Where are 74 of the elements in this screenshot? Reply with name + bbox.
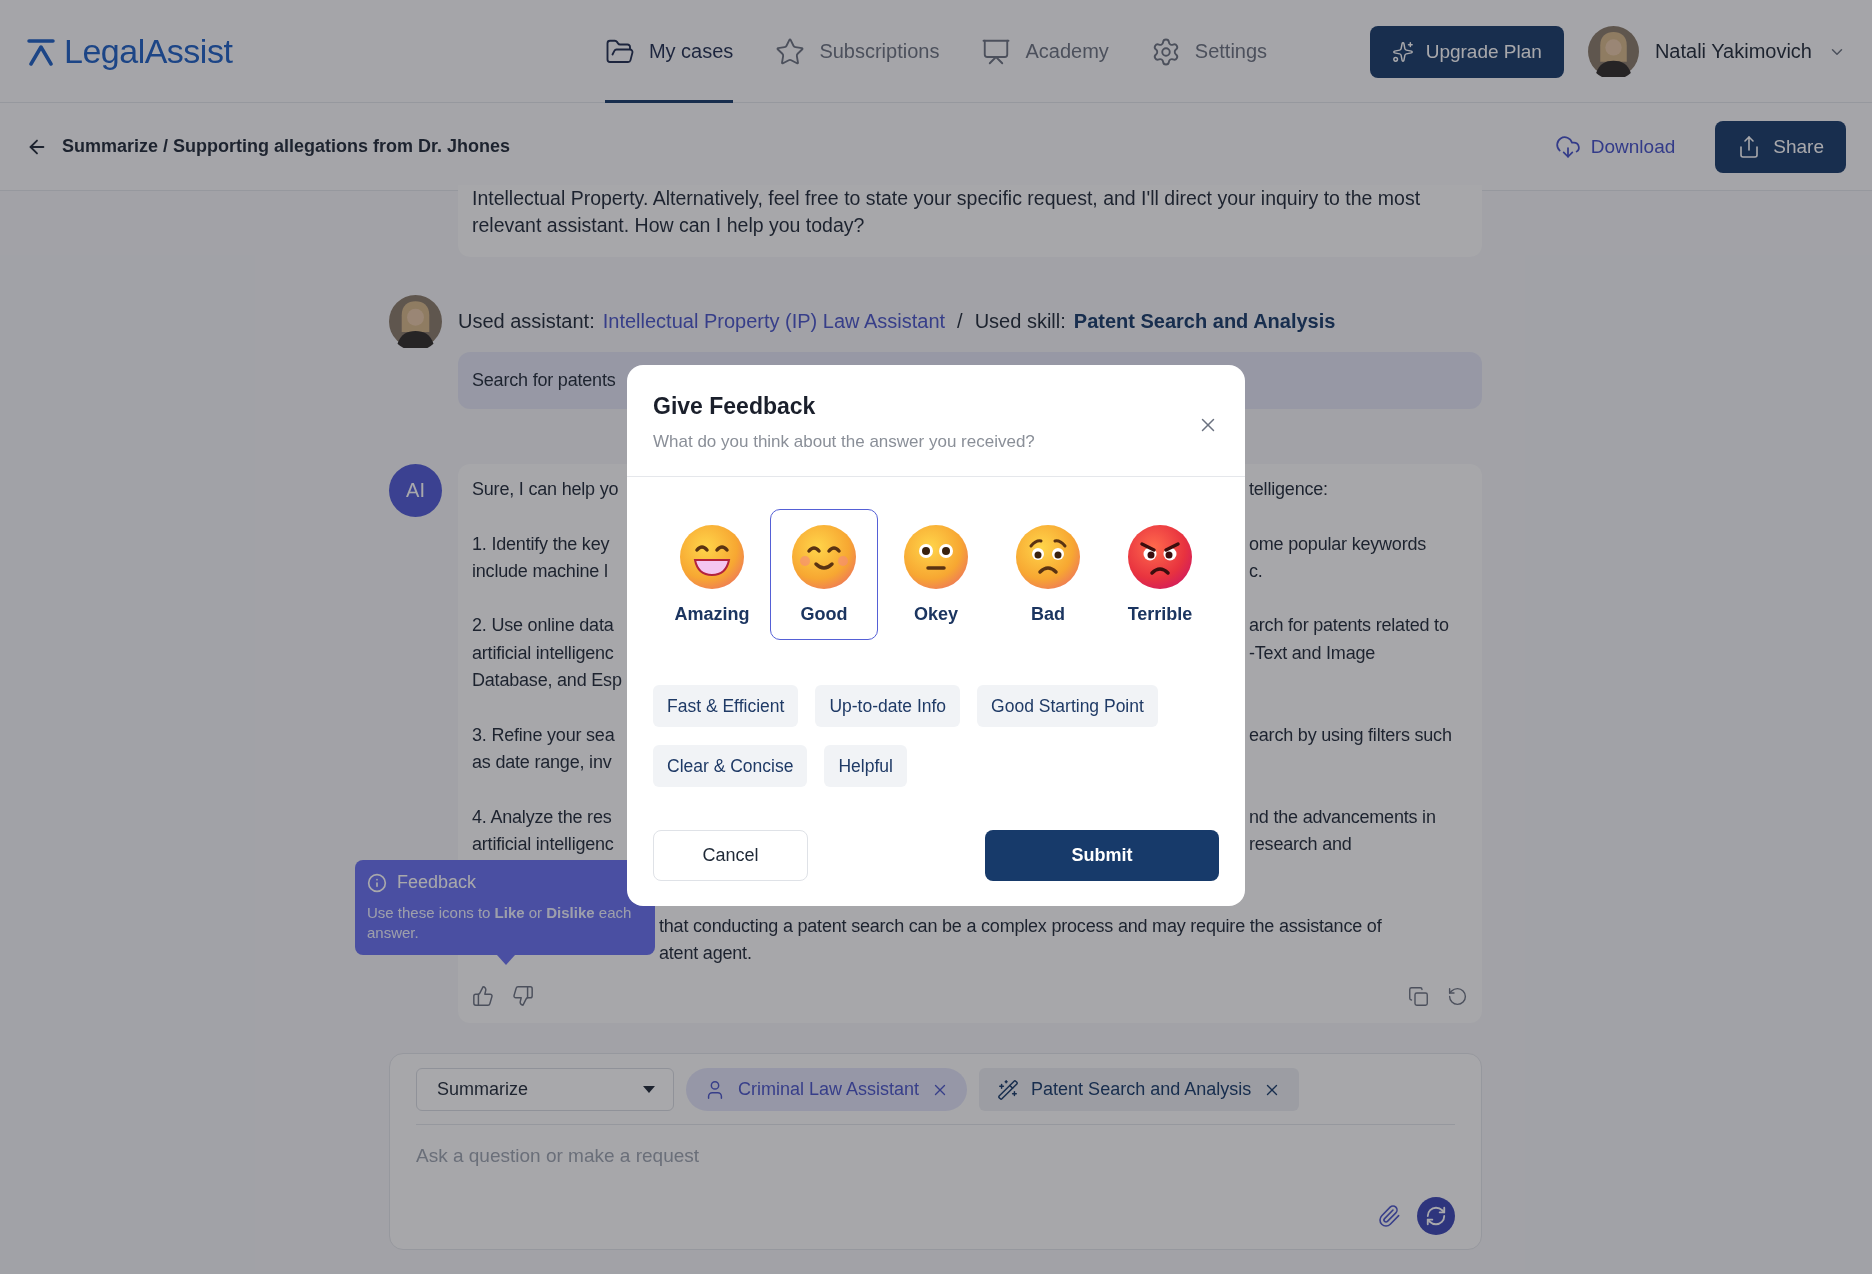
ai-avatar: AI — [389, 464, 442, 517]
brand-name: LegalAssist — [64, 32, 233, 71]
mode-dropdown[interactable]: Summarize — [416, 1068, 674, 1111]
used-assistant-label: Used assistant: — [458, 310, 595, 333]
copy-icon[interactable] — [1408, 985, 1429, 1007]
magic-wand-icon — [997, 1078, 1020, 1101]
feedback-tag[interactable]: Up-to-date Info — [815, 685, 961, 727]
avatar-icon — [1587, 26, 1639, 77]
message-input[interactable]: Ask a question or make a request — [416, 1125, 1455, 1167]
smiling-face-icon — [791, 524, 857, 590]
sparkle-icon — [1391, 40, 1414, 63]
message-text: artificial intelligenc — [472, 832, 615, 856]
message-text: atent agent. — [659, 942, 752, 966]
message-text: nd the advancements in — [1249, 805, 1437, 829]
thumbs-up-icon[interactable] — [472, 985, 494, 1007]
dialog-subtitle: What do you think about the answer you received? — [653, 432, 1036, 452]
avatar-icon — [389, 295, 442, 348]
share-button[interactable]: Share — [1715, 120, 1846, 173]
feedback-tag[interactable]: Fast & Efficient — [653, 685, 799, 727]
breadcrumb: Summarize / Supporting allegations from Dr. Jhones — [62, 136, 512, 157]
assistant-link[interactable]: Intellectual Property (IP) Law Assistant — [602, 310, 946, 333]
thumbs-down-icon[interactable] — [512, 985, 534, 1007]
paperclip-icon[interactable] — [1377, 1204, 1401, 1228]
message-text: earch by using filters such — [1249, 723, 1453, 747]
reaction-label: Okey — [913, 604, 958, 625]
reaction-label: Good — [800, 604, 848, 625]
message-text: arch for patents related to — [1249, 614, 1450, 638]
separator: / — [957, 310, 963, 333]
refresh-icon — [1425, 1205, 1447, 1227]
regenerate-icon[interactable] — [1447, 985, 1468, 1007]
message-text: Database, and Esp — [472, 669, 623, 693]
worried-face-icon — [1015, 524, 1081, 590]
download-link[interactable]: Download — [1554, 133, 1676, 160]
grinning-face-icon — [679, 524, 745, 590]
feedback-tag[interactable]: Helpful — [824, 745, 907, 787]
star-icon — [775, 36, 806, 67]
message-text: 1. Identify the key — [472, 532, 611, 556]
send-button[interactable] — [1417, 1197, 1455, 1235]
chip-label: Criminal Law Assistant — [738, 1079, 920, 1100]
cancel-button[interactable]: Cancel — [653, 830, 808, 881]
message-text: 2. Use online data — [472, 614, 615, 638]
message-text: -Text and Image — [1249, 641, 1377, 665]
info-icon — [367, 872, 387, 893]
logo-icon — [26, 37, 56, 66]
caret-icon — [643, 1086, 655, 1093]
message-text: 3. Refine your sea — [472, 723, 616, 747]
skill-name: Patent Search and Analysis — [1073, 310, 1336, 333]
user-name: Natali Yakimovich — [1654, 40, 1812, 63]
reaction-option[interactable]: Good — [770, 509, 878, 640]
message-text: c. — [1249, 559, 1264, 583]
message-text: 4. Analyze the res — [472, 805, 613, 829]
tooltip-text: Use these icons to Like or Dislike each answer. — [367, 903, 633, 943]
reaction-label: Terrible — [1127, 604, 1193, 625]
feedback-tag[interactable]: Clear & Concise — [653, 745, 808, 787]
tooltip-title: Feedback — [397, 872, 477, 893]
message-text: that conducting a patent search can be a complex process and may require the assistance of — [659, 914, 1382, 938]
message-text: Sure, I can help yo — [472, 478, 620, 501]
message-text: artificial intelligenc — [472, 641, 615, 665]
reaction-label: Bad — [1031, 604, 1065, 625]
message-text: telligence: — [1249, 478, 1329, 501]
message-text: as date range, inv — [472, 750, 613, 774]
neutral-face-icon — [903, 524, 969, 590]
upgrade-button[interactable]: Upgrade Plan — [1369, 25, 1564, 78]
submit-button[interactable]: Submit — [985, 830, 1219, 881]
message-text: ome popular keywords — [1249, 532, 1428, 556]
used-skill-label: Used skill: — [974, 310, 1066, 333]
message-text: include machine l — [472, 559, 609, 583]
message-text: research and — [1249, 832, 1353, 856]
feedback-tag[interactable]: Good Starting Point — [977, 685, 1158, 727]
chip-label: Patent Search and Analysis — [1031, 1079, 1252, 1100]
skill-chip[interactable]: Patent Search and Analysis — [979, 1068, 1300, 1111]
angry-face-icon — [1127, 524, 1193, 590]
reaction-label: Amazing — [674, 604, 750, 625]
cloud-download-icon — [1554, 133, 1581, 160]
